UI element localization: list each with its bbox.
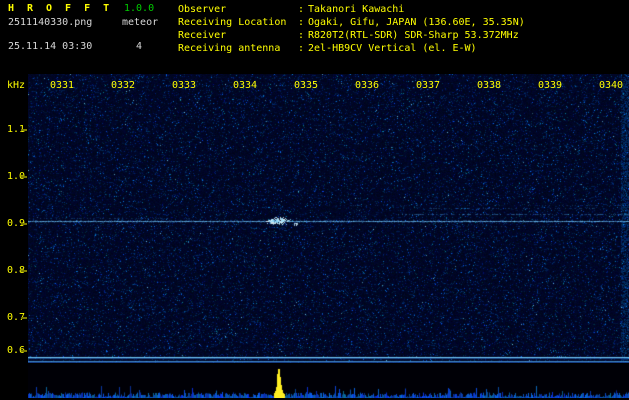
info-row: Receiving antenna:2el-HB9CV Vertical (el…: [178, 42, 525, 55]
freq-tick-mark: [21, 223, 27, 225]
info-row: Observer: Takanori Kawachi: [178, 3, 525, 16]
freq-tick-mark: [21, 176, 27, 178]
frequency-axis: kHz 1.1 1.0 0.9 0.8 0.7 0.6: [0, 0, 28, 400]
time-axis: 0331 0332 0333 0334 0335 0336 0337 0338 0339 0340: [0, 80, 629, 92]
freq-tick-mark: [21, 270, 27, 272]
time-tick-label: 0331: [49, 80, 75, 91]
datetime-label: 25.11.14 03:30: [8, 41, 92, 52]
time-tick-label: 0334: [232, 80, 258, 91]
time-tick-label: 0338: [476, 80, 502, 91]
freq-tick-mark: [21, 350, 27, 352]
time-tick-label: 0337: [415, 80, 441, 91]
info-label: Receiving antenna: [178, 42, 298, 55]
info-colon: :: [298, 3, 308, 16]
spectrogram-canvas: [28, 74, 629, 363]
station-info: Observer: Takanori Kawachi Receiving Locat…: [178, 3, 525, 55]
time-tick-label: 0336: [354, 80, 380, 91]
info-value: Takanori Kawachi: [308, 3, 404, 16]
info-row: Receiving Location: Ogaki, Gifu, JAPAN (1…: [178, 16, 525, 29]
output-filename: 2511140330.png: [8, 17, 92, 28]
app-version: 1.0.0: [124, 3, 154, 14]
mode-label: meteor: [122, 17, 158, 28]
info-colon: :: [298, 29, 308, 42]
info-value: 2el-HB9CV Vertical (el. E-W): [308, 42, 477, 55]
info-value: Ogaki, Gifu, JAPAN (136.60E, 35.35N): [308, 16, 525, 29]
info-label: Receiver: [178, 29, 298, 42]
freq-tick-mark: [21, 129, 27, 131]
info-value: R820T2(RTL-SDR) SDR-Sharp 53.372MHz: [308, 29, 519, 42]
time-tick-label: 0332: [110, 80, 136, 91]
freq-tick-mark: [21, 317, 27, 319]
signal-level-strip: [28, 364, 629, 398]
info-label: Observer: [178, 3, 298, 16]
time-tick-label: 0339: [537, 80, 563, 91]
app-title: HROFFT: [8, 3, 122, 14]
echo-count: 4: [136, 41, 142, 52]
info-row: Receiver: R820T2(RTL-SDR) SDR-Sharp 53.37…: [178, 29, 525, 42]
info-colon: :: [298, 16, 308, 29]
time-tick-label: 0340: [598, 80, 624, 91]
time-tick-label: 0333: [171, 80, 197, 91]
info-colon: :: [298, 42, 308, 55]
info-label: Receiving Location: [178, 16, 298, 29]
time-tick-label: 0335: [293, 80, 319, 91]
hrofft-window: kHz 1.1 1.0 0.9 0.8 0.7 0.6 0331 0332 0333 0334 03…: [0, 0, 629, 400]
